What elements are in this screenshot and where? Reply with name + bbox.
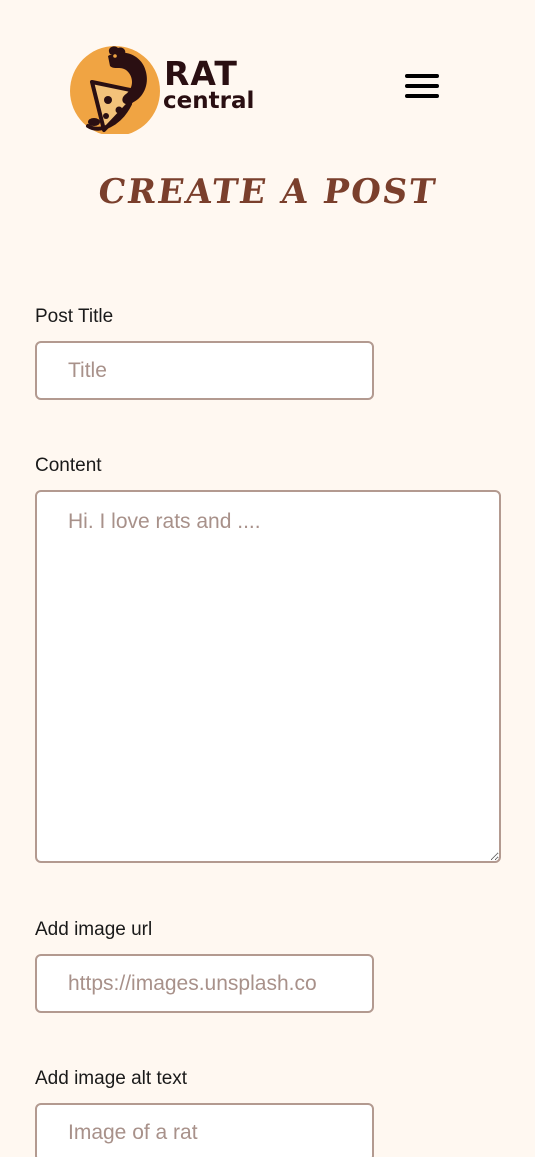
image-url-input[interactable] [35, 954, 374, 1013]
page-title: CREATE A POST [95, 172, 440, 212]
content-label: Content [35, 455, 102, 476]
content-textarea[interactable] [35, 490, 501, 863]
image-alt-text-input[interactable] [35, 1103, 374, 1157]
logo-link[interactable]: RAT central [70, 42, 260, 136]
image-url-label: Add image url [35, 919, 153, 940]
create-post-page: RAT central CREATE A POST Post Title Con… [0, 0, 535, 1157]
brand-name-line-1: RAT [164, 54, 238, 93]
rat-on-pizza-logo-icon [70, 46, 160, 134]
hamburger-menu-button[interactable] [402, 70, 442, 102]
hamburger-menu-icon [405, 74, 439, 98]
site-header: RAT central [0, 0, 535, 160]
post-title-input[interactable] [35, 341, 374, 400]
post-title-label: Post Title [35, 306, 114, 327]
image-alt-text-label: Add image alt text [35, 1068, 188, 1089]
brand-name-line-2: central [163, 88, 255, 114]
